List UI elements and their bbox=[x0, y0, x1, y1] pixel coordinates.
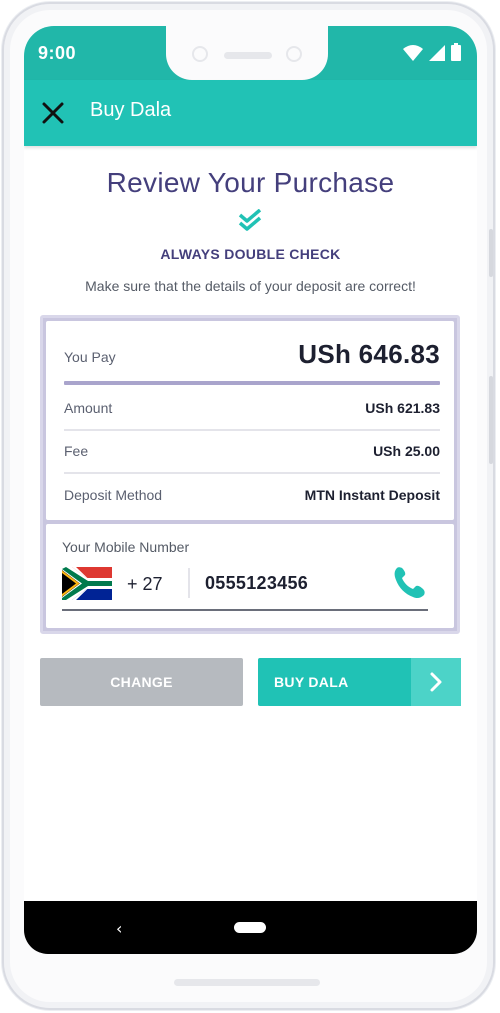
status-time: 9:00 bbox=[38, 43, 77, 63]
you-pay-row: You Pay USh 646.83 bbox=[64, 335, 440, 385]
wifi-icon bbox=[403, 45, 423, 61]
camera-notch bbox=[166, 26, 328, 80]
amount-value: USh 621.83 bbox=[365, 400, 440, 416]
nav-back-button[interactable]: ‹ bbox=[116, 919, 122, 938]
phone-icon[interactable] bbox=[392, 564, 428, 600]
south-africa-flag-icon[interactable] bbox=[62, 567, 112, 600]
system-nav-bar: ‹ bbox=[24, 901, 477, 954]
fee-label: Fee bbox=[64, 443, 89, 459]
page-title: Review Your Purchase bbox=[106, 167, 395, 198]
deposit-method-value: MTN Instant Deposit bbox=[304, 487, 440, 503]
divider bbox=[64, 429, 440, 431]
cell-signal-icon bbox=[429, 45, 445, 61]
mobile-number-input[interactable]: 0555123456 bbox=[205, 573, 308, 594]
divider bbox=[64, 472, 440, 474]
mobile-number-underline bbox=[62, 609, 428, 611]
status-bar: 9:00 bbox=[24, 26, 477, 80]
mobile-number-section: Your Mobile Number + 27 0555123456 bbox=[46, 524, 454, 628]
battery-icon bbox=[451, 43, 461, 61]
change-button[interactable]: CHANGE bbox=[40, 658, 243, 706]
amount-label: Amount bbox=[64, 400, 113, 416]
nav-home-button[interactable] bbox=[234, 922, 266, 933]
phone-frame: 9:00 Buy Dala Review Your Purchase ALWAY… bbox=[2, 2, 495, 1010]
status-icons bbox=[403, 43, 461, 61]
bottom-speaker bbox=[174, 979, 320, 986]
country-code[interactable]: + 27 bbox=[127, 574, 163, 595]
total-divider bbox=[64, 381, 440, 385]
summary-details: You Pay USh 646.83 Amount USh 621.83 Fee… bbox=[46, 321, 454, 520]
double-check-subtitle: ALWAYS DOUBLE CHECK bbox=[160, 246, 341, 262]
deposit-note: Make sure that the details of your depos… bbox=[85, 278, 416, 294]
app-bar: Buy Dala bbox=[24, 80, 477, 146]
chevron-right-icon bbox=[430, 672, 442, 692]
sensor-icon bbox=[286, 46, 302, 62]
power-button bbox=[489, 376, 493, 464]
you-pay-label: You Pay bbox=[64, 349, 116, 365]
purchase-summary-card: You Pay USh 646.83 Amount USh 621.83 Fee… bbox=[40, 315, 460, 634]
camera-icon bbox=[192, 46, 208, 62]
volume-button bbox=[489, 229, 493, 277]
buy-arrow-box bbox=[411, 658, 461, 706]
double-check-icon bbox=[238, 209, 262, 231]
you-pay-value: USh 646.83 bbox=[298, 339, 440, 369]
buy-dala-button[interactable]: BUY DALA bbox=[258, 658, 461, 706]
mobile-number-label: Your Mobile Number bbox=[62, 539, 190, 555]
close-icon[interactable] bbox=[40, 100, 66, 126]
earpiece-speaker bbox=[224, 52, 272, 59]
deposit-method-label: Deposit Method bbox=[64, 487, 163, 503]
field-divider bbox=[188, 568, 190, 598]
screen: 9:00 Buy Dala Review Your Purchase ALWAY… bbox=[24, 26, 477, 954]
app-bar-title: Buy Dala bbox=[90, 99, 172, 121]
fee-value: USh 25.00 bbox=[373, 443, 440, 459]
buy-dala-label: BUY DALA bbox=[274, 674, 349, 690]
